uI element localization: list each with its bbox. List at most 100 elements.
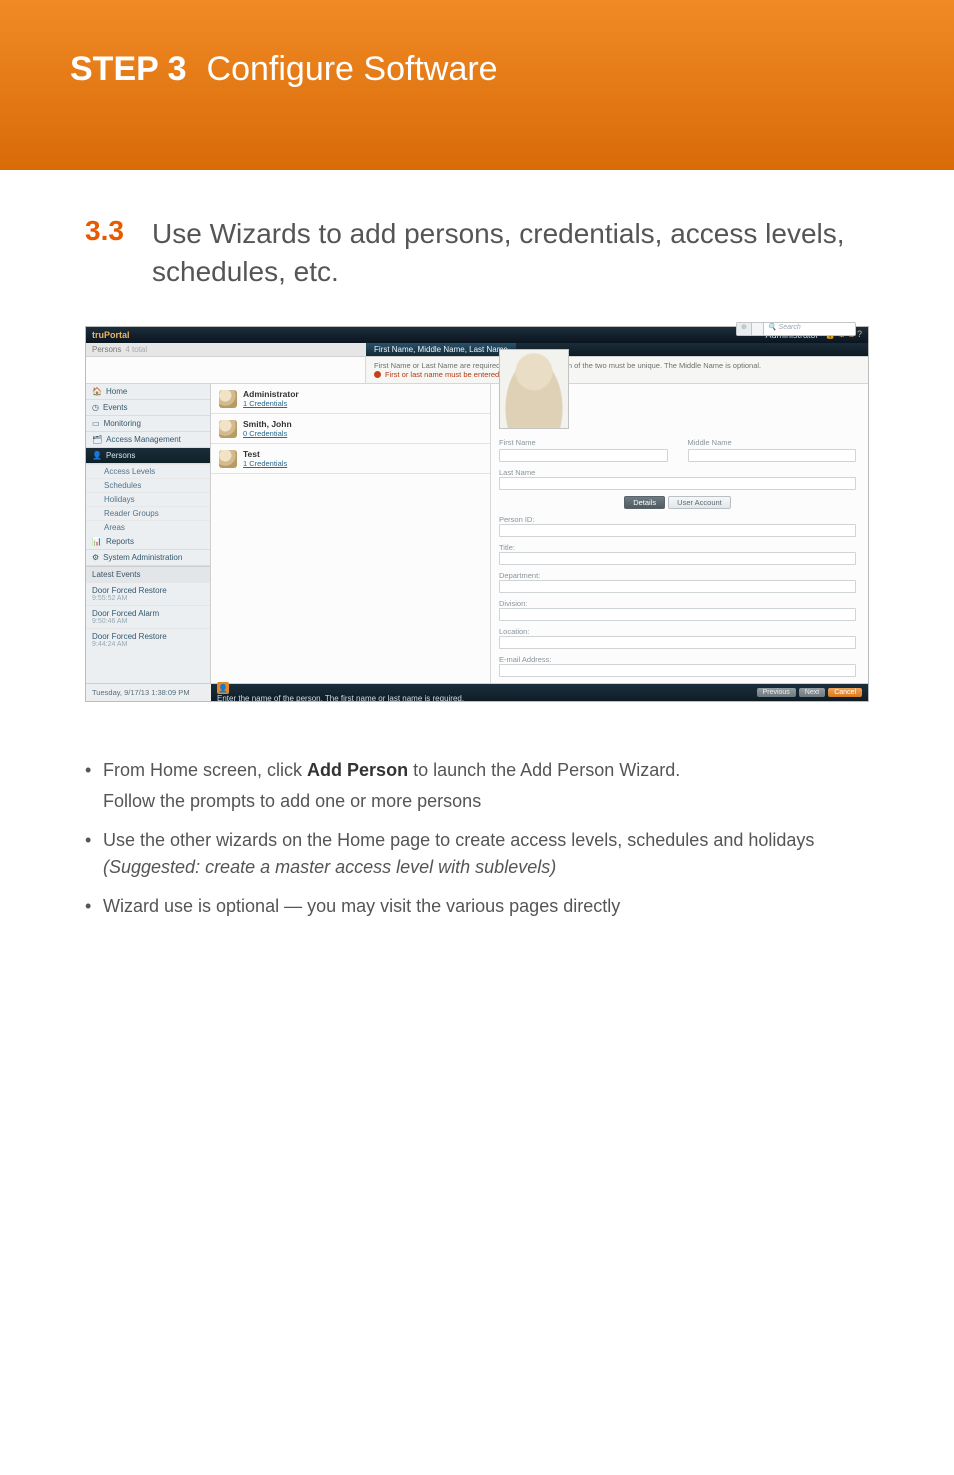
last-name-field[interactable]: [499, 477, 856, 490]
avatar: [219, 390, 237, 408]
wizard-hint-1: First Name or Last Name are required, an…: [374, 361, 860, 370]
wizard-bar: First Name, Middle Name, Last Name: [366, 343, 868, 356]
person-name: Administrator: [243, 389, 299, 399]
wizard-hint-2: First or last name must be entered.: [374, 370, 860, 379]
section-heading: 3.3 Use Wizards to add persons, credenti…: [85, 215, 869, 291]
italic-suggestion: (Suggested: create a master access level…: [103, 857, 556, 877]
sidebar-event[interactable]: Door Forced Alarm9:50:46 AM: [86, 605, 210, 628]
sidebar-sub-access-levels[interactable]: Access Levels: [86, 464, 210, 478]
list-item[interactable]: Administrator1 Credentials: [211, 384, 490, 414]
bullet-1: From Home screen, click Add Person to la…: [85, 757, 869, 815]
person-name: Smith, John: [243, 419, 292, 429]
hint-left: 👤Enter the name of the person. The first…: [217, 682, 464, 703]
label-middle: Middle Name: [688, 438, 857, 447]
email-field[interactable]: [499, 664, 856, 677]
footer-bar: Tuesday, 9/17/13 1:38:09 PM 👤Enter the n…: [86, 683, 868, 701]
main-area: Administrator1 Credentials Smith, John0 …: [211, 384, 868, 683]
sidebar-item-monitoring[interactable]: ▭ Monitoring: [86, 416, 210, 432]
person-photo[interactable]: [499, 349, 569, 429]
sidebar-event[interactable]: Door Forced Restore9:44:24 AM: [86, 628, 210, 651]
sidebar-item-events[interactable]: ◷ Events: [86, 400, 210, 416]
embedded-screenshot: truPortal Administrator 🔒⚙⏻? Persons 4 t…: [85, 326, 869, 703]
footer-timestamp: Tuesday, 9/17/13 1:38:09 PM: [86, 688, 211, 697]
label-person-id: Person ID:: [499, 515, 534, 524]
section-number: 3.3: [85, 215, 130, 247]
label-division: Division:: [499, 599, 527, 608]
tab-details[interactable]: Details: [624, 496, 665, 509]
list-item[interactable]: Smith, John0 Credentials: [211, 414, 490, 444]
first-name-field[interactable]: [499, 449, 668, 462]
sidebar-item-persons[interactable]: 👤 Persons: [86, 448, 210, 464]
instruction-bullets: From Home screen, click Add Person to la…: [85, 757, 869, 920]
label-email: E-mail Address:: [499, 655, 552, 664]
warn-dot-icon: [374, 371, 381, 378]
wiz-note-left-spacer: [86, 357, 366, 384]
label-title: Title:: [499, 543, 515, 552]
wizard-buttons: Previous Next Cancel: [757, 688, 862, 697]
next-button[interactable]: Next: [799, 688, 825, 697]
step-title: Configure Software: [207, 50, 498, 89]
wizard-hint-box: First Name or Last Name are required, an…: [366, 357, 868, 384]
person-cred-link[interactable]: 0 Credentials: [243, 429, 292, 438]
sidebar-item-home[interactable]: 🏠 Home: [86, 384, 210, 400]
sidebar-item-sysadmin[interactable]: ⚙ System Administration: [86, 550, 210, 566]
footer-hint-bar: 👤Enter the name of the person. The first…: [211, 684, 868, 701]
search-placeholder: 🔍 Search: [764, 324, 855, 333]
sidebar-item-access-mgmt[interactable]: 🗂 Access Management: [86, 432, 210, 448]
label-location: Location:: [499, 627, 529, 636]
app-window: truPortal Administrator 🔒⚙⏻? Persons 4 t…: [85, 326, 869, 703]
section-text: Use Wizards to add persons, credentials,…: [152, 215, 869, 291]
sidebar-sub-holidays[interactable]: Holidays: [86, 492, 210, 506]
avatar: [219, 450, 237, 468]
app-body: 🏠 Home ◷ Events ▭ Monitoring 🗂 Access Ma…: [86, 384, 868, 683]
main-split: Administrator1 Credentials Smith, John0 …: [211, 384, 868, 683]
search-filter-icon[interactable]: [752, 323, 764, 335]
bold-add-person: Add Person: [307, 760, 408, 780]
cancel-button[interactable]: Cancel: [828, 688, 862, 697]
tab-user-account[interactable]: User Account: [668, 496, 731, 509]
sidebar-sub-schedules[interactable]: Schedules: [86, 478, 210, 492]
sidebar-latest-events-label: Latest Events: [86, 566, 210, 582]
search-box[interactable]: ⊕ 🔍 Search: [736, 322, 856, 336]
division-field[interactable]: [499, 608, 856, 621]
sidebar-sub-areas[interactable]: Areas: [86, 520, 210, 534]
person-id-field[interactable]: [499, 524, 856, 537]
person-icon: 👤: [217, 682, 229, 694]
persons-label: Persons: [92, 345, 121, 354]
label-department: Department:: [499, 571, 540, 580]
form-grid: First Name Middle Name Last Name Details…: [499, 438, 856, 677]
persons-header: Persons 4 total: [86, 343, 366, 356]
avatar: [219, 420, 237, 438]
tab-row: Details User Account: [499, 496, 856, 509]
middle-name-field[interactable]: [688, 449, 857, 462]
list-item[interactable]: Test1 Credentials: [211, 444, 490, 474]
main-top-bar: Persons 4 total First Name, Middle Name,…: [86, 343, 868, 357]
wizard-step-label: First Name, Middle Name, Last Name: [366, 343, 516, 356]
sidebar: 🏠 Home ◷ Events ▭ Monitoring 🗂 Access Ma…: [86, 384, 211, 683]
search-add-icon[interactable]: ⊕: [737, 323, 752, 335]
sidebar-sub-reader-groups[interactable]: Reader Groups: [86, 506, 210, 520]
name-row: First Name Middle Name: [499, 438, 856, 462]
bullet-3: Wizard use is optional — you may visit t…: [85, 893, 869, 920]
bullet-2: Use the other wizards on the Home page t…: [85, 827, 869, 881]
label-first: First Name: [499, 438, 668, 447]
wizard-note-row: First Name or Last Name are required, an…: [86, 357, 868, 385]
footer-hint-text: Enter the name of the person. The first …: [217, 694, 464, 703]
step-label: STEP 3: [70, 50, 187, 89]
help-icon[interactable]: ?: [857, 329, 862, 339]
sidebar-event[interactable]: Door Forced Restore9:55:52 AM: [86, 582, 210, 605]
department-field[interactable]: [499, 580, 856, 593]
bullet-1-sub: Follow the prompts to add one or more pe…: [103, 788, 869, 815]
step-banner: STEP 3 Configure Software: [0, 0, 954, 170]
person-cred-link[interactable]: 1 Credentials: [243, 459, 287, 468]
location-field[interactable]: [499, 636, 856, 649]
person-cred-link[interactable]: 1 Credentials: [243, 399, 299, 408]
persons-count: 4 total: [125, 345, 147, 354]
sidebar-item-reports[interactable]: 📊 Reports: [86, 534, 210, 550]
label-last: Last Name: [499, 468, 535, 477]
person-name: Test: [243, 449, 287, 459]
previous-button[interactable]: Previous: [757, 688, 796, 697]
app-logo: truPortal: [92, 330, 130, 340]
title-field[interactable]: [499, 552, 856, 565]
detail-panel: First Name Middle Name Last Name Details…: [491, 384, 868, 683]
